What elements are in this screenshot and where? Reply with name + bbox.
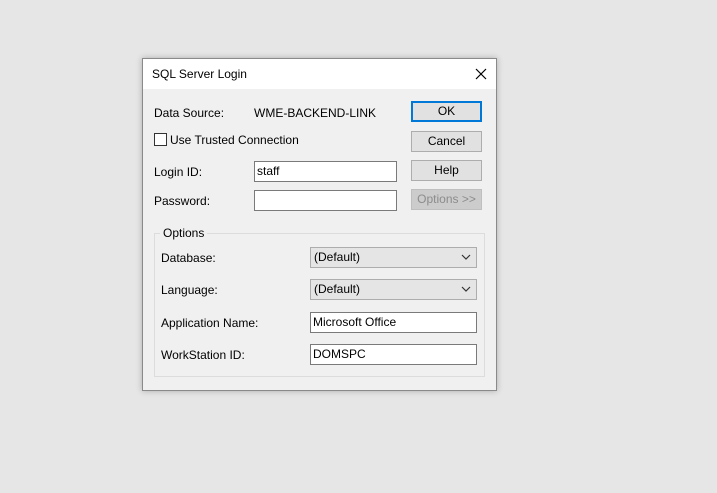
sql-server-login-dialog: SQL Server Login Data Source: WME-BACKEN… [142,58,497,391]
help-button[interactable]: Help [411,160,482,181]
chevron-down-icon [461,286,471,292]
options-button[interactable]: Options >> [411,189,482,210]
title-bar[interactable]: SQL Server Login [143,59,496,89]
data-source-label: Data Source: [154,106,225,120]
close-button[interactable] [466,59,496,89]
trusted-connection-label[interactable]: Use Trusted Connection [170,133,299,147]
language-select[interactable]: (Default) [310,279,477,300]
chevron-down-icon [461,254,471,260]
workstation-id-field[interactable]: DOMSPC [310,344,477,365]
login-id-field[interactable]: staff [254,161,397,182]
password-label: Password: [154,194,211,208]
application-name-field[interactable]: Microsoft Office [310,312,477,333]
login-id-label: Login ID: [154,165,203,179]
options-group-label: Options [160,226,208,240]
cancel-button[interactable]: Cancel [411,131,482,152]
dialog-title: SQL Server Login [152,67,247,81]
database-label: Database: [161,251,216,265]
close-icon [475,68,487,80]
language-label: Language: [161,283,218,297]
workstation-id-label: WorkStation ID: [161,348,245,362]
data-source-value: WME-BACKEND-LINK [254,106,377,120]
ok-button[interactable]: OK [411,101,482,122]
trusted-connection-checkbox[interactable] [154,133,167,146]
database-select[interactable]: (Default) [310,247,477,268]
password-field[interactable] [254,190,397,211]
language-select-value: (Default) [314,282,361,296]
application-name-label: Application Name: [161,316,259,330]
database-select-value: (Default) [314,250,361,264]
